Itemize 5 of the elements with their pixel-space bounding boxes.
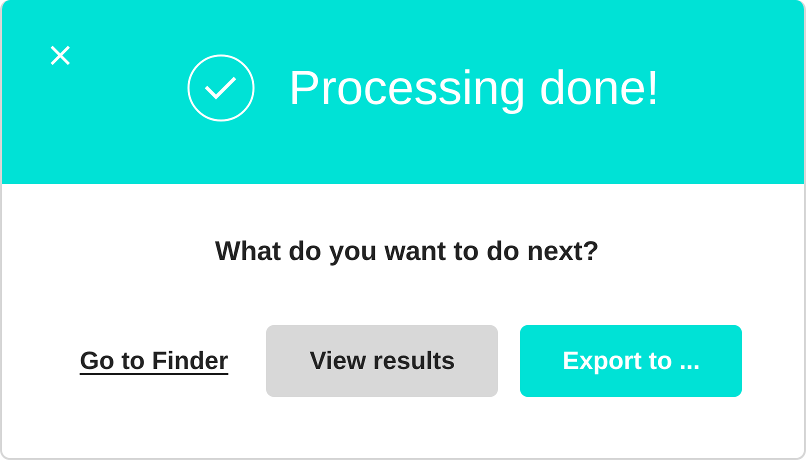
dialog-title: Processing done! xyxy=(288,60,660,116)
finder-link[interactable]: Go to Finder xyxy=(80,346,228,376)
check-circle-icon xyxy=(186,54,255,122)
view-results-button[interactable]: View results xyxy=(266,325,498,397)
question-text: What do you want to do next? xyxy=(215,236,599,267)
